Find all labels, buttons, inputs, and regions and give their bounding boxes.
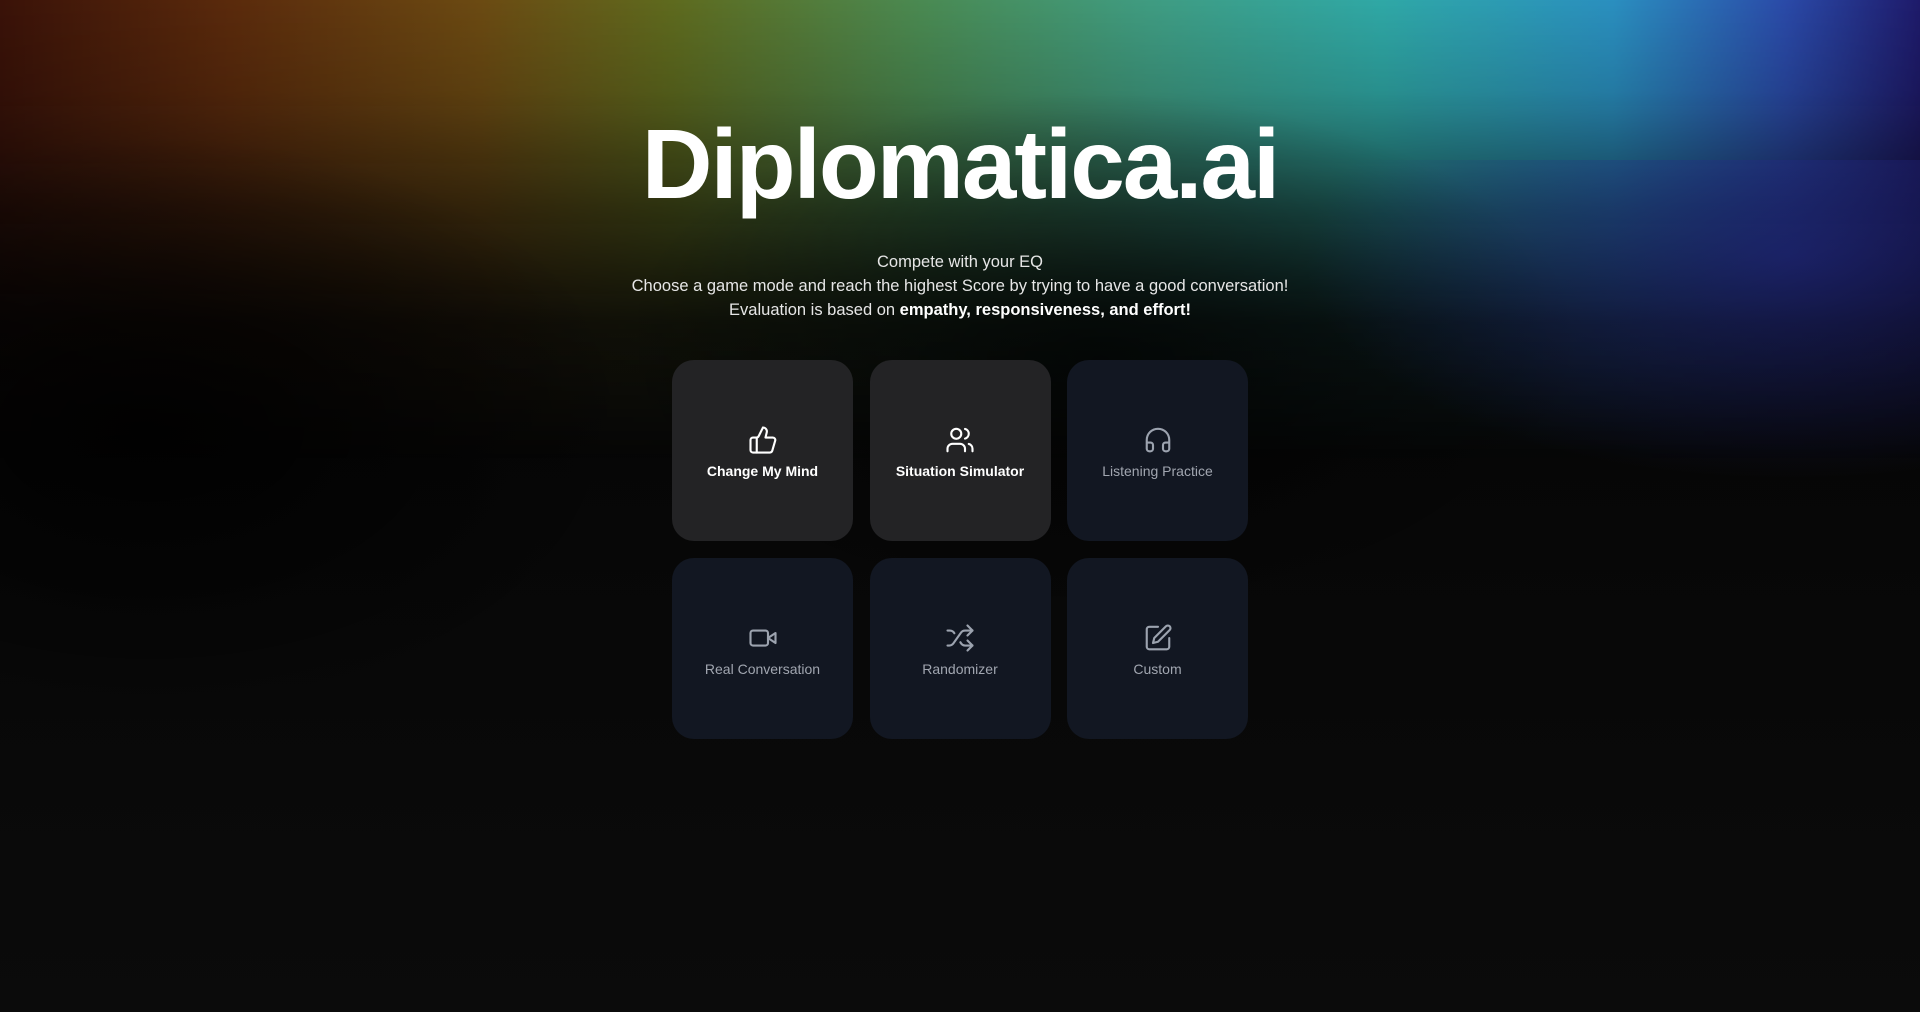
- mode-card-listening-practice[interactable]: Listening Practice: [1067, 360, 1248, 541]
- mode-label: Change My Mind: [706, 463, 819, 479]
- intro-line-2: Choose a game mode and reach the highest…: [631, 277, 1289, 295]
- headphones-icon: [1143, 425, 1173, 455]
- main-content: Diplomatica.ai Compete with your EQ Choo…: [0, 0, 1920, 1012]
- mode-card-custom[interactable]: Custom: [1067, 558, 1248, 739]
- intro-line-3-prefix: Evaluation is based on: [729, 301, 900, 319]
- shuffle-icon: [945, 623, 975, 653]
- mode-card-real-conversation[interactable]: Real Conversation: [672, 558, 853, 739]
- intro-line-3: Evaluation is based on empathy, responsi…: [0, 298, 1920, 322]
- page-background: Diplomatica.ai Compete with your EQ Choo…: [0, 0, 1920, 1012]
- thumbs-up-icon: [748, 425, 778, 455]
- mode-card-randomizer[interactable]: Randomizer: [869, 558, 1051, 739]
- edit-icon: [1143, 623, 1173, 653]
- intro-text: Compete with your EQ Choose a game mode …: [0, 250, 1920, 322]
- page-title: Diplomatica.ai: [641, 109, 1280, 219]
- mode-label: Listening Practice: [1102, 463, 1213, 479]
- mode-label: Randomizer: [922, 661, 998, 677]
- video-icon: [748, 623, 778, 653]
- mode-card-situation-simulator[interactable]: Situation Simulator: [869, 360, 1051, 541]
- mode-label: Custom: [1133, 661, 1182, 677]
- intro-line-1: Compete with your EQ: [877, 253, 1043, 271]
- mode-label: Situation Simulator: [895, 463, 1025, 479]
- mode-card-change-my-mind[interactable]: Change My Mind: [672, 360, 853, 541]
- users-icon: [945, 425, 975, 455]
- intro-line-3-emphasis: empathy, responsiveness, and effort!: [899, 301, 1191, 319]
- mode-label: Real Conversation: [704, 661, 821, 677]
- game-mode-grid: Change My Mind Situation Simulator Liste…: [672, 360, 1248, 739]
